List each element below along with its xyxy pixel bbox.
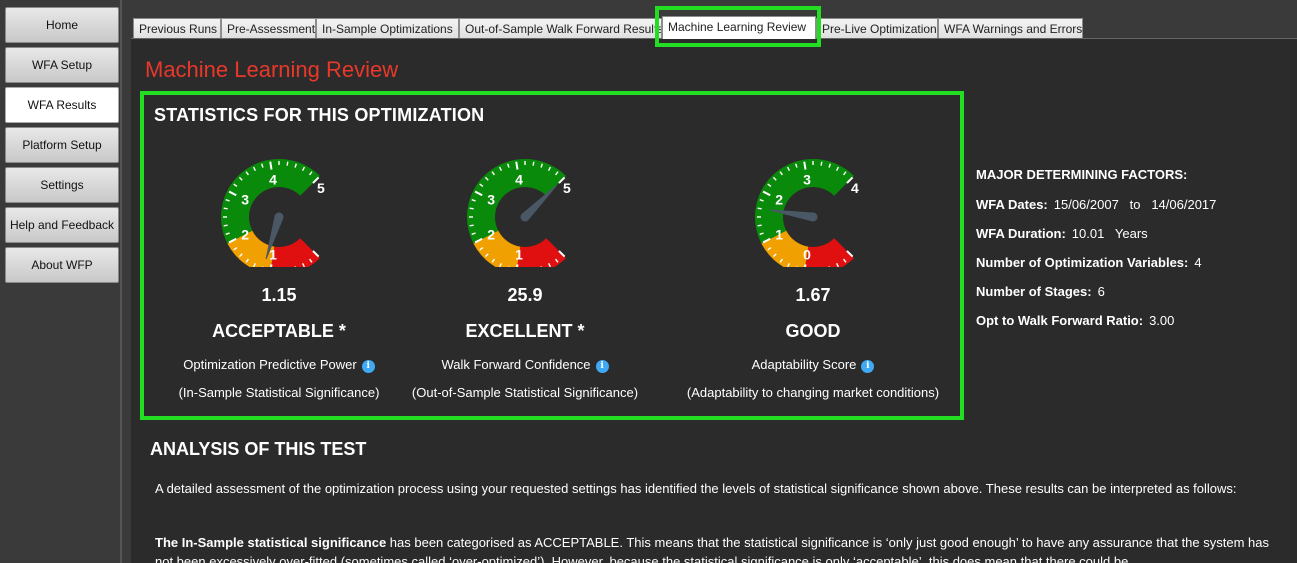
factor-label: WFA Dates: [976, 197, 1048, 212]
factor-label: Opt to Walk Forward Ratio: [976, 313, 1144, 328]
gauge-label-text: Walk Forward Confidence [441, 357, 591, 372]
factor-value: 4 [1194, 255, 1202, 270]
gauge-tick [269, 161, 273, 170]
gauge-subtitle: (Out-of-Sample Statistical Significance) [411, 385, 639, 400]
gauge-band-0 [517, 238, 567, 267]
gauge-adaptability-score: 0123-14 1.67 GOOD Adaptability Scorei (A… [678, 95, 948, 415]
nav-help-feedback-button[interactable]: Help and Feedback [5, 207, 119, 243]
gauge-tick-label: 3 [241, 192, 249, 208]
factor-value: 10.01 Years [1071, 226, 1148, 241]
analysis-heading: ANALYSIS OF THIS TEST [150, 439, 367, 459]
gauge-tick [803, 161, 807, 170]
factor-label: Number of Stages: [976, 284, 1092, 299]
tab-previous-runs[interactable]: Previous Runs [133, 18, 221, 39]
factor-label: WFA Duration: [976, 226, 1066, 241]
sidebar: Home WFA Setup WFA Results Platform Setu… [0, 0, 122, 563]
tab-out-of-sample-results[interactable]: Out-of-Sample Walk Forward Results [459, 18, 662, 39]
gauge-tick [757, 224, 762, 227]
factor-row: Opt to Walk Forward Ratio: 3.00 [976, 313, 1276, 342]
gauge-value: 25.9 [507, 285, 543, 305]
nav-about-button[interactable]: About WFP [5, 247, 119, 283]
gauge-tick [820, 161, 823, 166]
gauge-tick [532, 161, 535, 166]
gauge-max-label: 5 [563, 180, 571, 196]
gauge-walk-forward-confidence: 123405 25.9 EXCELLENT * Walk Forward Con… [390, 95, 660, 415]
analysis-paragraph: A detailed assessment of the optimizatio… [155, 481, 1237, 496]
page-title: Machine Learning Review [145, 57, 399, 82]
gauge-tick [270, 264, 273, 267]
factors-title: MAJOR DETERMINING FACTORS: [976, 167, 1188, 182]
gauge-label: Adaptability Score i [678, 357, 948, 373]
gauge-tick [223, 207, 228, 210]
gauge-band-0 [805, 238, 855, 267]
gauge-label: Optimization Predictive Power i [144, 357, 414, 373]
gauge-tick [757, 207, 762, 210]
gauge-tick-label: 3 [487, 192, 495, 208]
info-icon[interactable]: i [595, 360, 609, 373]
factor-row: Number of Optimization Variables: 4 [976, 255, 1276, 284]
factor-row: WFA Dates: 15/06/2007 to 14/06/2017 [976, 197, 1276, 226]
factor-value: 6 [1097, 284, 1105, 299]
gauge-dial: 0123-14 [755, 159, 859, 267]
gauge-value: 1.67 [795, 285, 831, 305]
gauge-needle-hub [520, 212, 530, 222]
gauge-rating: GOOD [785, 321, 841, 341]
analysis-bold-lead: The In-Sample statistical significance [155, 535, 387, 550]
gauge-rating: ACCEPTABLE * [212, 321, 346, 341]
tab-machine-learning-review[interactable]: Machine Learning Review [662, 16, 816, 39]
gauge-tick-label: 0 [803, 247, 811, 263]
info-icon[interactable]: i [861, 360, 875, 373]
factor-row: Number of Stages: 6 [976, 284, 1276, 313]
gauge-needle-hub [808, 212, 818, 222]
tab-pre-live-optimization[interactable]: Pre-Live Optimization [816, 18, 938, 39]
analysis-paragraph: The In-Sample statistical significance h… [155, 533, 1275, 563]
tab-wfa-warnings-errors[interactable]: WFA Warnings and Errors [938, 18, 1083, 39]
gauge-needle-hub [274, 212, 284, 222]
gauge-label-text: Optimization Predictive Power [183, 357, 357, 372]
gauge-label-text: Adaptability Score [751, 357, 857, 372]
gauge-tick-label: 2 [487, 226, 495, 242]
gauge-tick-label: 2 [241, 226, 249, 242]
nav-wfa-results-button[interactable]: WFA Results [5, 87, 119, 123]
factor-label: Number of Optimization Variables: [976, 255, 1189, 270]
statistics-panel: STATISTICS FOR THIS OPTIMIZATION 123405 … [140, 91, 964, 420]
sidebar-divider [120, 0, 122, 563]
tab-in-sample-optimizations[interactable]: In-Sample Optimizations [316, 18, 459, 39]
gauge-subtitle: (In-Sample Statistical Significance) [178, 385, 380, 400]
nav-wfa-setup-button[interactable]: WFA Setup [5, 47, 119, 83]
gauge-tick-label: 1 [775, 226, 783, 242]
factor-value: 15/06/2007 to 14/06/2017 [1053, 197, 1217, 212]
gauge-tick-label: 3 [803, 171, 811, 187]
gauge-tick [286, 161, 289, 166]
nav-platform-setup-button[interactable]: Platform Setup [5, 127, 119, 163]
gauge-tick [223, 224, 228, 227]
tab-pre-assessment[interactable]: Pre-Assessment [221, 18, 316, 39]
gauge-dial: 123405 [467, 159, 571, 267]
gauge-label: Walk Forward Confidence i [390, 357, 660, 373]
info-icon[interactable]: i [361, 360, 375, 373]
gauge-tick-label: 4 [515, 171, 523, 187]
gauge-dial: 123405 [221, 159, 325, 267]
gauge-tick [469, 207, 474, 210]
gauge-tick [804, 264, 807, 267]
determining-factors: MAJOR DETERMINING FACTORS: WFA Dates: 15/… [976, 167, 1276, 342]
gauge-rating: EXCELLENT * [465, 321, 585, 341]
gauge-max-label: 5 [317, 180, 325, 196]
main-panel: Machine Learning Review STATISTICS FOR T… [131, 38, 1297, 563]
gauge-predictive-power: 123405 1.15 ACCEPTABLE * Optimization Pr… [144, 95, 414, 415]
gauge-subtitle: (Adaptability to changing market conditi… [686, 385, 940, 400]
gauge-tick [469, 224, 474, 227]
factor-row: WFA Duration: 10.01 Years [976, 226, 1276, 255]
gauge-tick [515, 161, 519, 170]
gauge-band-0 [271, 238, 321, 267]
gauge-value: 1.15 [261, 285, 297, 305]
gauge-tick-label: 2 [775, 192, 783, 208]
factor-value: 3.00 [1149, 313, 1175, 328]
gauge-max-label: 4 [851, 180, 859, 196]
gauge-tick [516, 264, 519, 267]
gauge-tick-label: 1 [515, 247, 523, 263]
gauge-tick-label: 4 [269, 171, 277, 187]
nav-settings-button[interactable]: Settings [5, 167, 119, 203]
nav-home-button[interactable]: Home [5, 7, 119, 43]
